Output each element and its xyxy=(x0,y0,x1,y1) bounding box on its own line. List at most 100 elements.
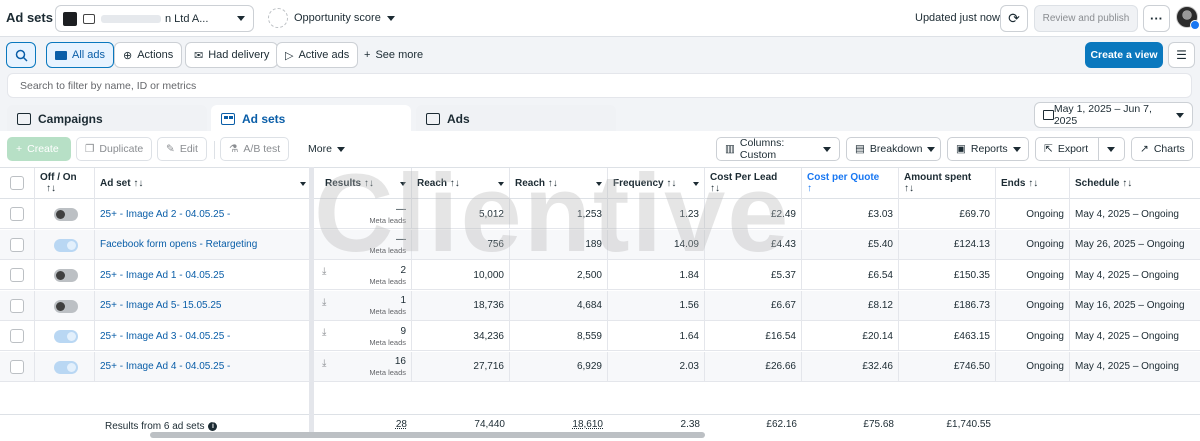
header-cost-per-quote[interactable]: Cost per Quote ↑ xyxy=(802,168,899,199)
header-cost-per-lead[interactable]: Cost Per Lead ↑↓ xyxy=(705,168,802,199)
filter-search-input[interactable]: Search to filter by name, ID or metrics xyxy=(7,73,1192,98)
reports-button[interactable]: ▣ Reports xyxy=(947,137,1029,161)
export-dropdown-button[interactable] xyxy=(1098,137,1125,161)
date-range-picker[interactable]: May 1, 2025 – Jun 7, 2025 xyxy=(1034,102,1193,128)
row-checkbox[interactable] xyxy=(10,329,24,343)
delivery-toggle[interactable] xyxy=(54,330,78,343)
cpq-value: £5.40 xyxy=(867,239,893,250)
ad-set-name-link[interactable]: 25+ - Image Ad 2 - 04.05.25 - xyxy=(100,209,306,220)
refresh-button[interactable]: ⟳ xyxy=(1000,5,1028,32)
ad-set-name-link[interactable]: Facebook form opens - Retargeting xyxy=(100,239,306,250)
frequency-value: 1.56 xyxy=(679,300,699,311)
export-button[interactable]: ⇱ Export xyxy=(1035,137,1099,161)
row-checkbox[interactable] xyxy=(10,237,24,252)
reach2-value: 189 xyxy=(585,239,602,250)
select-all-checkbox[interactable] xyxy=(10,176,24,190)
ad-set-name-link[interactable]: 25+ - Image Ad 3 - 04.05.25 - xyxy=(100,331,306,342)
table-row[interactable]: 25+ - Image Ad 5- 15.05.25 1 Meta leads ⤓ 18… xyxy=(0,290,1200,321)
had-delivery-button[interactable]: ✉ Had delivery xyxy=(185,42,279,68)
table-row[interactable]: 25+ - Image Ad 4 - 04.05.25 - 16 Meta lead… xyxy=(0,351,1200,382)
delivery-toggle[interactable] xyxy=(54,299,78,313)
ad-icon xyxy=(426,113,440,125)
search-button[interactable] xyxy=(6,42,36,68)
avatar[interactable] xyxy=(1176,6,1200,30)
header-frequency[interactable]: Frequency ↑↓ xyxy=(608,168,705,199)
header-schedule[interactable]: Schedule ↑↓ xyxy=(1070,168,1200,199)
ad-set-name-cell: 25+ - Image Ad 5- 15.05.25 xyxy=(95,290,312,321)
row-toggle-cell xyxy=(35,290,95,321)
header-reach-accounts[interactable]: Reach ↑↓ xyxy=(510,168,608,199)
export-icon: ⇱ xyxy=(1044,143,1053,155)
reach1-cell: 5,012 xyxy=(412,199,510,229)
see-more-button[interactable]: + See more xyxy=(364,49,423,61)
ab-test-label: A/B test xyxy=(243,143,281,155)
spent-value: £69.70 xyxy=(959,208,990,220)
header-ends[interactable]: Ends ↑↓ xyxy=(996,168,1070,199)
actions-button[interactable]: ⊕ Actions xyxy=(114,42,183,68)
edit-button[interactable]: ✎ Edit xyxy=(157,137,207,161)
more-options-button[interactable]: ··· xyxy=(1143,5,1170,32)
header-off-on[interactable]: Off / On ↑↓ xyxy=(35,168,95,199)
ad-set-name-link[interactable]: 25+ - Image Ad 1 - 04.05.25 xyxy=(100,270,306,281)
schedule-cell: May 16, 2025 – Ongoing xyxy=(1070,291,1200,321)
tab-campaigns-label: Campaigns xyxy=(38,112,103,126)
account-selector[interactable]: n Ltd A... xyxy=(55,5,254,32)
reach2-value: 6,929 xyxy=(576,361,602,372)
table-row[interactable]: 25+ - Image Ad 2 - 04.05.25 - — Meta leads… xyxy=(0,199,1200,229)
table-row[interactable]: Facebook form opens - Retargeting — Meta l… xyxy=(0,229,1200,260)
info-icon[interactable]: i xyxy=(208,422,218,431)
tab-ads[interactable]: Ads xyxy=(416,105,616,133)
active-ads-button[interactable]: ▷ Active ads xyxy=(276,42,359,68)
download-icon[interactable]: ⤓ xyxy=(322,358,326,369)
ends-value: Ongoing xyxy=(1026,330,1064,342)
table-header: Off / On ↑↓ Ad set ↑↓ Results ↑↓ Reach ↑↓… xyxy=(0,167,1200,199)
horizontal-scrollbar[interactable] xyxy=(150,432,705,438)
duplicate-button[interactable]: ❐ Duplicate xyxy=(76,137,153,161)
facebook-badge-icon xyxy=(1190,20,1200,30)
columns-button[interactable]: ▥ Columns: Custom xyxy=(716,137,840,161)
ad-set-name-link[interactable]: 25+ - Image Ad 5- 15.05.25 xyxy=(100,300,306,311)
footer-cost-per-lead: £62.16 xyxy=(705,419,802,430)
row-checkbox[interactable] xyxy=(10,207,24,221)
cpq-value: £32.46 xyxy=(862,361,893,372)
delivery-toggle[interactable] xyxy=(54,208,78,221)
download-icon[interactable]: ⤓ xyxy=(322,327,326,338)
view-settings-button[interactable]: ☰ xyxy=(1168,42,1195,68)
ab-test-button[interactable]: ⚗ A/B test xyxy=(220,137,290,161)
tab-ad-sets[interactable]: Ad sets xyxy=(211,105,411,133)
delivery-toggle[interactable] xyxy=(54,238,78,252)
breakdown-button[interactable]: ▤ Breakdown xyxy=(846,137,941,161)
account-avatar-icon xyxy=(63,11,77,26)
download-icon[interactable]: ⤓ xyxy=(322,297,326,308)
footer-amount-spent: £1,740.55 xyxy=(899,419,996,430)
create-button[interactable]: + Create xyxy=(7,137,71,161)
header-reach[interactable]: Reach ↑↓ xyxy=(412,168,510,199)
row-checkbox[interactable] xyxy=(10,268,24,282)
charts-button[interactable]: ↗ Charts xyxy=(1131,137,1193,161)
tab-campaigns[interactable]: Campaigns xyxy=(7,105,207,133)
footer-results-value[interactable]: 28 xyxy=(396,419,407,430)
delivery-toggle[interactable] xyxy=(54,269,78,282)
more-button[interactable]: More xyxy=(300,137,353,161)
table-row[interactable]: 25+ - Image Ad 3 - 04.05.25 - 9 Meta leads… xyxy=(0,321,1200,351)
header-amount-spent[interactable]: Amount spent ↑↓ xyxy=(899,168,996,199)
review-publish-button[interactable]: Review and publish xyxy=(1034,5,1138,32)
delivery-toggle[interactable] xyxy=(54,360,78,374)
ends-value: Ongoing xyxy=(1026,269,1064,281)
breakdown-label: Breakdown xyxy=(869,143,923,155)
frozen-column-divider[interactable] xyxy=(309,167,314,437)
create-view-button[interactable]: Create a view xyxy=(1085,42,1163,68)
spent-cell: £124.13 xyxy=(899,229,996,260)
opportunity-score-selector[interactable]: Opportunity score xyxy=(268,8,395,28)
header-ad-set[interactable]: Ad set ↑↓ xyxy=(95,168,312,199)
ad-set-name-link[interactable]: 25+ - Image Ad 4 - 04.05.25 - xyxy=(100,361,306,372)
row-checkbox[interactable] xyxy=(10,359,24,374)
footer-reach-accounts-value[interactable]: 18,610 xyxy=(572,419,603,430)
header-results[interactable]: Results ↑↓ xyxy=(320,168,412,199)
row-checkbox[interactable] xyxy=(10,298,24,313)
all-ads-button[interactable]: All ads xyxy=(46,42,115,68)
redacted-account-text xyxy=(101,14,161,23)
columns-icon: ▥ xyxy=(725,143,735,155)
table-row[interactable]: 25+ - Image Ad 1 - 04.05.25 2 Meta leads ⤓ 1… xyxy=(0,260,1200,290)
download-icon[interactable]: ⤓ xyxy=(322,266,326,277)
